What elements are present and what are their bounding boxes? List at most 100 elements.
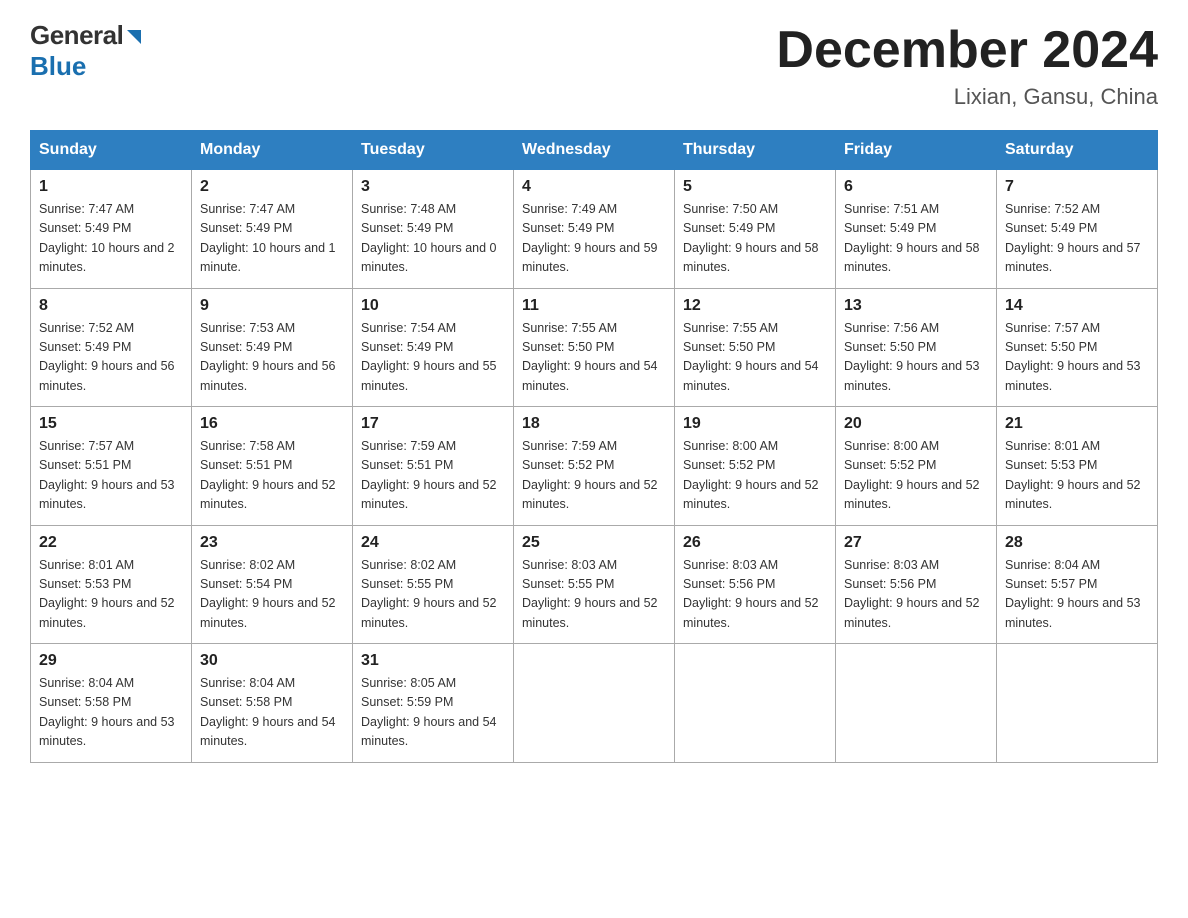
- col-wednesday: Wednesday: [514, 131, 675, 170]
- table-row: 15 Sunrise: 7:57 AMSunset: 5:51 PMDaylig…: [31, 407, 192, 526]
- table-row: 5 Sunrise: 7:50 AMSunset: 5:49 PMDayligh…: [675, 170, 836, 289]
- table-row: 12 Sunrise: 7:55 AMSunset: 5:50 PMDaylig…: [675, 288, 836, 407]
- day-info: Sunrise: 7:59 AMSunset: 5:51 PMDaylight:…: [361, 439, 497, 511]
- page-header: General Blue December 2024 Lixian, Gansu…: [30, 20, 1158, 110]
- calendar-week-row: 1 Sunrise: 7:47 AMSunset: 5:49 PMDayligh…: [31, 170, 1158, 289]
- calendar-week-row: 15 Sunrise: 7:57 AMSunset: 5:51 PMDaylig…: [31, 407, 1158, 526]
- day-number: 16: [200, 415, 344, 433]
- day-number: 11: [522, 297, 666, 315]
- day-number: 24: [361, 534, 505, 552]
- day-info: Sunrise: 7:55 AMSunset: 5:50 PMDaylight:…: [522, 321, 658, 393]
- title-area: December 2024 Lixian, Gansu, China: [776, 20, 1158, 110]
- col-sunday: Sunday: [31, 131, 192, 170]
- day-info: Sunrise: 8:02 AMSunset: 5:54 PMDaylight:…: [200, 558, 336, 630]
- table-row: 24 Sunrise: 8:02 AMSunset: 5:55 PMDaylig…: [353, 525, 514, 644]
- table-row: 7 Sunrise: 7:52 AMSunset: 5:49 PMDayligh…: [997, 170, 1158, 289]
- table-row: 19 Sunrise: 8:00 AMSunset: 5:52 PMDaylig…: [675, 407, 836, 526]
- location-subtitle: Lixian, Gansu, China: [776, 84, 1158, 110]
- day-number: 7: [1005, 178, 1149, 196]
- col-saturday: Saturday: [997, 131, 1158, 170]
- day-info: Sunrise: 7:52 AMSunset: 5:49 PMDaylight:…: [39, 321, 175, 393]
- day-number: 17: [361, 415, 505, 433]
- day-number: 31: [361, 652, 505, 670]
- table-row: 2 Sunrise: 7:47 AMSunset: 5:49 PMDayligh…: [192, 170, 353, 289]
- day-number: 28: [1005, 534, 1149, 552]
- day-number: 12: [683, 297, 827, 315]
- col-thursday: Thursday: [675, 131, 836, 170]
- logo-blue-text: Blue: [30, 51, 86, 81]
- day-info: Sunrise: 8:00 AMSunset: 5:52 PMDaylight:…: [844, 439, 980, 511]
- col-tuesday: Tuesday: [353, 131, 514, 170]
- day-number: 19: [683, 415, 827, 433]
- day-number: 13: [844, 297, 988, 315]
- month-title: December 2024: [776, 20, 1158, 80]
- day-info: Sunrise: 7:51 AMSunset: 5:49 PMDaylight:…: [844, 202, 980, 274]
- day-info: Sunrise: 7:55 AMSunset: 5:50 PMDaylight:…: [683, 321, 819, 393]
- day-number: 8: [39, 297, 183, 315]
- table-row: 27 Sunrise: 8:03 AMSunset: 5:56 PMDaylig…: [836, 525, 997, 644]
- day-number: 4: [522, 178, 666, 196]
- day-number: 20: [844, 415, 988, 433]
- day-info: Sunrise: 7:48 AMSunset: 5:49 PMDaylight:…: [361, 202, 497, 274]
- day-info: Sunrise: 7:50 AMSunset: 5:49 PMDaylight:…: [683, 202, 819, 274]
- calendar-week-row: 29 Sunrise: 8:04 AMSunset: 5:58 PMDaylig…: [31, 644, 1158, 763]
- day-info: Sunrise: 7:54 AMSunset: 5:49 PMDaylight:…: [361, 321, 497, 393]
- day-info: Sunrise: 8:04 AMSunset: 5:58 PMDaylight:…: [200, 676, 336, 748]
- day-info: Sunrise: 7:52 AMSunset: 5:49 PMDaylight:…: [1005, 202, 1141, 274]
- day-number: 27: [844, 534, 988, 552]
- day-info: Sunrise: 7:58 AMSunset: 5:51 PMDaylight:…: [200, 439, 336, 511]
- day-number: 5: [683, 178, 827, 196]
- day-number: 18: [522, 415, 666, 433]
- table-row: 6 Sunrise: 7:51 AMSunset: 5:49 PMDayligh…: [836, 170, 997, 289]
- day-number: 21: [1005, 415, 1149, 433]
- day-info: Sunrise: 8:03 AMSunset: 5:56 PMDaylight:…: [683, 558, 819, 630]
- logo: General Blue: [30, 20, 145, 82]
- table-row: 30 Sunrise: 8:04 AMSunset: 5:58 PMDaylig…: [192, 644, 353, 763]
- day-info: Sunrise: 8:01 AMSunset: 5:53 PMDaylight:…: [1005, 439, 1141, 511]
- day-info: Sunrise: 7:57 AMSunset: 5:51 PMDaylight:…: [39, 439, 175, 511]
- day-info: Sunrise: 8:05 AMSunset: 5:59 PMDaylight:…: [361, 676, 497, 748]
- calendar-week-row: 8 Sunrise: 7:52 AMSunset: 5:49 PMDayligh…: [31, 288, 1158, 407]
- table-row: [997, 644, 1158, 763]
- day-number: 23: [200, 534, 344, 552]
- table-row: 23 Sunrise: 8:02 AMSunset: 5:54 PMDaylig…: [192, 525, 353, 644]
- day-info: Sunrise: 7:56 AMSunset: 5:50 PMDaylight:…: [844, 321, 980, 393]
- logo-triangle-icon: [123, 26, 145, 48]
- table-row: 31 Sunrise: 8:05 AMSunset: 5:59 PMDaylig…: [353, 644, 514, 763]
- day-number: 14: [1005, 297, 1149, 315]
- table-row: 28 Sunrise: 8:04 AMSunset: 5:57 PMDaylig…: [997, 525, 1158, 644]
- table-row: 20 Sunrise: 8:00 AMSunset: 5:52 PMDaylig…: [836, 407, 997, 526]
- day-info: Sunrise: 8:04 AMSunset: 5:58 PMDaylight:…: [39, 676, 175, 748]
- table-row: [514, 644, 675, 763]
- table-row: 9 Sunrise: 7:53 AMSunset: 5:49 PMDayligh…: [192, 288, 353, 407]
- day-number: 6: [844, 178, 988, 196]
- day-info: Sunrise: 7:47 AMSunset: 5:49 PMDaylight:…: [200, 202, 336, 274]
- calendar-week-row: 22 Sunrise: 8:01 AMSunset: 5:53 PMDaylig…: [31, 525, 1158, 644]
- table-row: 1 Sunrise: 7:47 AMSunset: 5:49 PMDayligh…: [31, 170, 192, 289]
- table-row: 14 Sunrise: 7:57 AMSunset: 5:50 PMDaylig…: [997, 288, 1158, 407]
- table-row: 8 Sunrise: 7:52 AMSunset: 5:49 PMDayligh…: [31, 288, 192, 407]
- day-number: 30: [200, 652, 344, 670]
- day-number: 10: [361, 297, 505, 315]
- day-number: 22: [39, 534, 183, 552]
- table-row: 25 Sunrise: 8:03 AMSunset: 5:55 PMDaylig…: [514, 525, 675, 644]
- day-number: 15: [39, 415, 183, 433]
- day-info: Sunrise: 7:49 AMSunset: 5:49 PMDaylight:…: [522, 202, 658, 274]
- day-number: 26: [683, 534, 827, 552]
- day-info: Sunrise: 8:01 AMSunset: 5:53 PMDaylight:…: [39, 558, 175, 630]
- day-info: Sunrise: 7:47 AMSunset: 5:49 PMDaylight:…: [39, 202, 175, 274]
- day-number: 3: [361, 178, 505, 196]
- table-row: [675, 644, 836, 763]
- table-row: 16 Sunrise: 7:58 AMSunset: 5:51 PMDaylig…: [192, 407, 353, 526]
- table-row: 21 Sunrise: 8:01 AMSunset: 5:53 PMDaylig…: [997, 407, 1158, 526]
- day-info: Sunrise: 7:59 AMSunset: 5:52 PMDaylight:…: [522, 439, 658, 511]
- table-row: 10 Sunrise: 7:54 AMSunset: 5:49 PMDaylig…: [353, 288, 514, 407]
- day-number: 2: [200, 178, 344, 196]
- table-row: 29 Sunrise: 8:04 AMSunset: 5:58 PMDaylig…: [31, 644, 192, 763]
- calendar-table: Sunday Monday Tuesday Wednesday Thursday…: [30, 130, 1158, 763]
- table-row: 13 Sunrise: 7:56 AMSunset: 5:50 PMDaylig…: [836, 288, 997, 407]
- table-row: 26 Sunrise: 8:03 AMSunset: 5:56 PMDaylig…: [675, 525, 836, 644]
- day-info: Sunrise: 8:03 AMSunset: 5:56 PMDaylight:…: [844, 558, 980, 630]
- day-number: 1: [39, 178, 183, 196]
- day-info: Sunrise: 8:02 AMSunset: 5:55 PMDaylight:…: [361, 558, 497, 630]
